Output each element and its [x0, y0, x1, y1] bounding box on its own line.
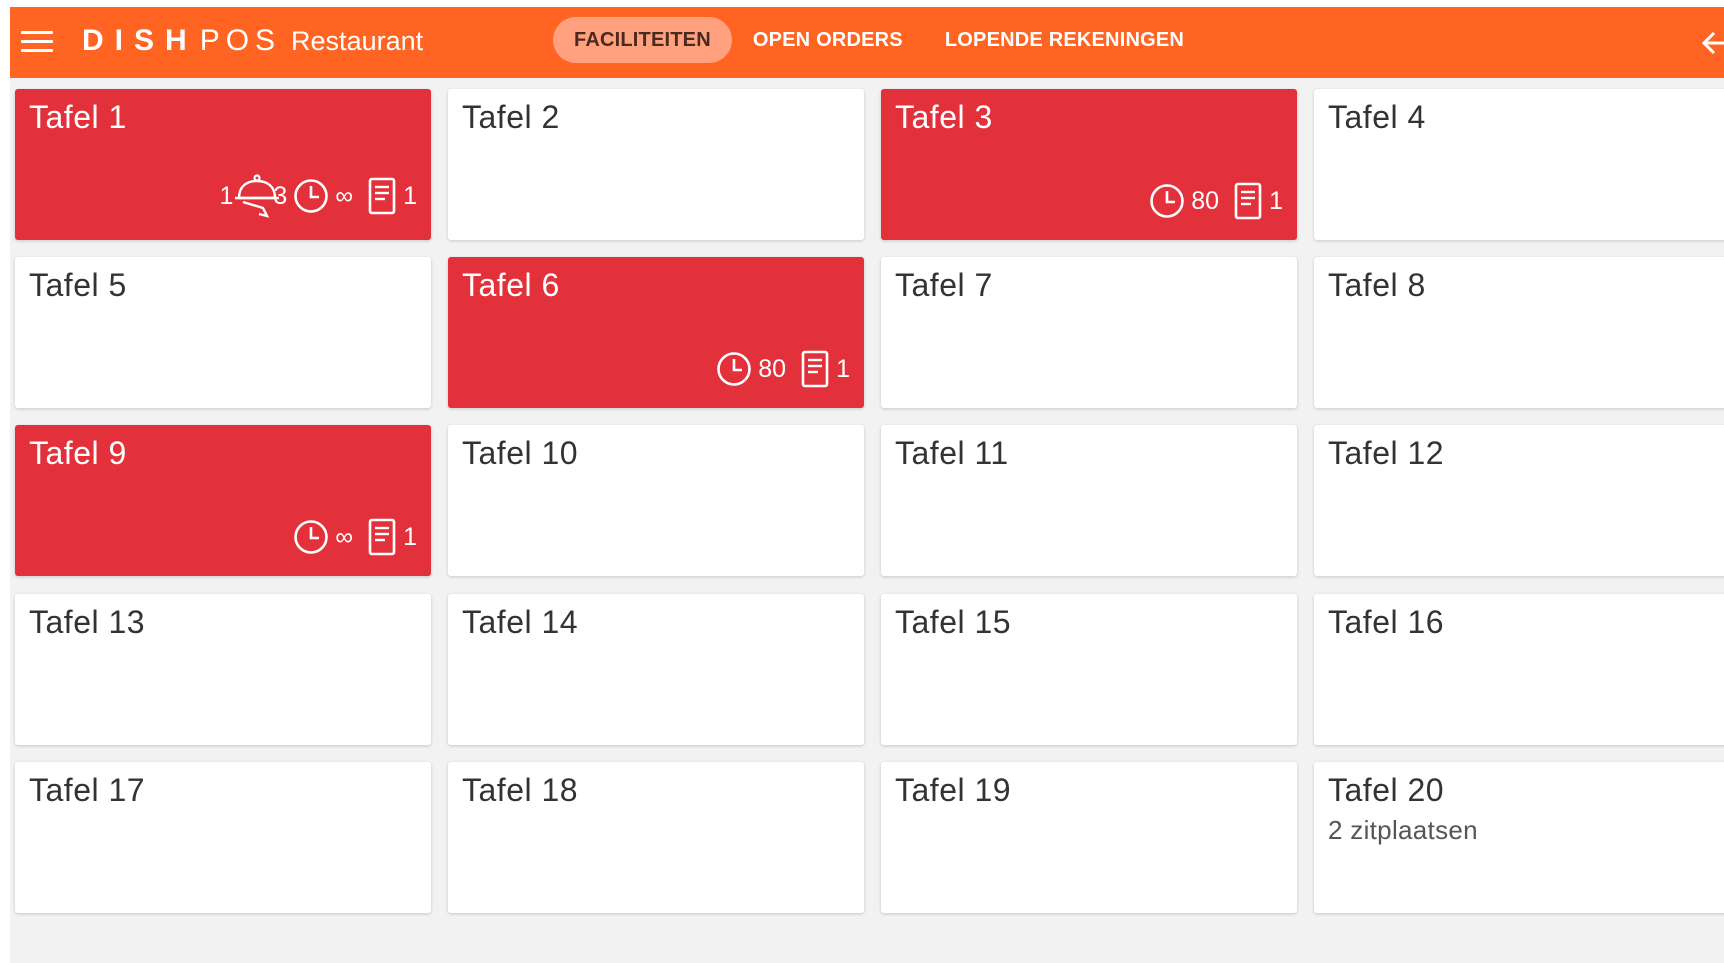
table-tile[interactable]: Tafel 10: [448, 425, 864, 576]
table-tile[interactable]: Tafel 19: [881, 762, 1297, 913]
receipt-icon: [368, 518, 396, 556]
receipt-icon: [801, 350, 829, 388]
table-tile[interactable]: Tafel 2: [448, 89, 864, 240]
table-name: Tafel 9: [29, 435, 127, 471]
hamburger-icon[interactable]: [21, 31, 53, 55]
table-tile[interactable]: Tafel 3 80 1: [881, 89, 1297, 240]
exit-icon[interactable]: [1700, 29, 1724, 57]
brand-logo: DISH POS Restaurant: [82, 24, 423, 60]
table-name: Tafel 17: [29, 772, 146, 808]
waiter-count: 1: [219, 181, 234, 210]
main-nav: FACILITEITEN OPEN ORDERS LOPENDE REKENIN…: [553, 16, 1205, 64]
table-tile[interactable]: Tafel 18: [448, 762, 864, 913]
table-tile[interactable]: Tafel 8: [1314, 257, 1724, 408]
table-status: 1 3 ∞ 1: [219, 172, 417, 220]
brand-dish: DISH: [82, 24, 198, 57]
table-tile[interactable]: Tafel 6 80 1: [448, 257, 864, 408]
table-name: Tafel 16: [1328, 604, 1445, 640]
order-count: 1: [836, 354, 850, 383]
tab-faciliteiten[interactable]: FACILITEITEN: [553, 17, 732, 63]
table-name: Tafel 3: [895, 99, 993, 135]
table-name: Tafel 1: [29, 99, 127, 135]
brand-pos: POS: [199, 24, 282, 57]
table-name: Tafel 14: [462, 604, 579, 640]
time-value: 80: [1191, 186, 1220, 215]
table-name: Tafel 11: [895, 435, 1009, 471]
table-name: Tafel 15: [895, 604, 1012, 640]
table-tile[interactable]: Tafel 13: [15, 594, 431, 745]
table-status: 80 1: [1149, 182, 1283, 220]
table-status: ∞ 1: [293, 518, 417, 556]
order-count: 1: [403, 181, 417, 210]
table-tile[interactable]: Tafel 7: [881, 257, 1297, 408]
clock-icon: [717, 352, 752, 386]
time-value: ∞: [335, 522, 354, 551]
app-window: DISH POS Restaurant FACILITEITEN OPEN OR…: [10, 7, 1724, 963]
guest-count: 3: [273, 181, 288, 210]
table-tile[interactable]: Tafel 5: [15, 257, 431, 408]
table-tile[interactable]: Tafel 20 2 zitplaatsen: [1314, 762, 1724, 913]
clock-icon: [1150, 184, 1185, 218]
table-name: Tafel 6: [462, 267, 560, 303]
table-tile[interactable]: Tafel 11: [881, 425, 1297, 576]
table-tile[interactable]: Tafel 4: [1314, 89, 1724, 240]
table-status: 80 1: [716, 350, 850, 388]
table-tile[interactable]: Tafel 15: [881, 594, 1297, 745]
table-name: Tafel 7: [895, 267, 993, 303]
table-name: Tafel 8: [1328, 267, 1426, 303]
table-name: Tafel 18: [462, 772, 579, 808]
order-count: 1: [1269, 186, 1283, 215]
order-count: 1: [403, 522, 417, 551]
tab-open-orders[interactable]: OPEN ORDERS: [732, 17, 924, 63]
table-name: Tafel 5: [29, 267, 127, 303]
receipt-icon: [1234, 182, 1262, 220]
brand-restaurant: Restaurant: [291, 26, 424, 56]
table-tile[interactable]: Tafel 12: [1314, 425, 1724, 576]
top-bar: DISH POS Restaurant FACILITEITEN OPEN OR…: [10, 7, 1724, 78]
table-name: Tafel 4: [1328, 99, 1426, 135]
receipt-icon: [368, 177, 396, 215]
table-tile[interactable]: Tafel 1 1 3 ∞ 1: [15, 89, 431, 240]
time-value: 80: [758, 354, 787, 383]
table-tile[interactable]: Tafel 16: [1314, 594, 1724, 745]
table-tile[interactable]: Tafel 9 ∞ 1: [15, 425, 431, 576]
table-name: Tafel 12: [1328, 435, 1445, 471]
time-value: ∞: [335, 181, 354, 210]
table-name: Tafel 13: [29, 604, 146, 640]
clock-icon: [294, 520, 329, 554]
table-name: Tafel 20: [1328, 772, 1445, 808]
table-tile[interactable]: Tafel 17: [15, 762, 431, 913]
table-tile[interactable]: Tafel 14: [448, 594, 864, 745]
table-name: Tafel 19: [895, 772, 1012, 808]
table-name: Tafel 10: [462, 435, 579, 471]
clock-icon: [294, 179, 329, 213]
table-seats: 2 zitplaatsen: [1328, 815, 1478, 845]
tab-lopende-rekeningen[interactable]: LOPENDE REKENINGEN: [924, 17, 1205, 63]
table-name: Tafel 2: [462, 99, 560, 135]
